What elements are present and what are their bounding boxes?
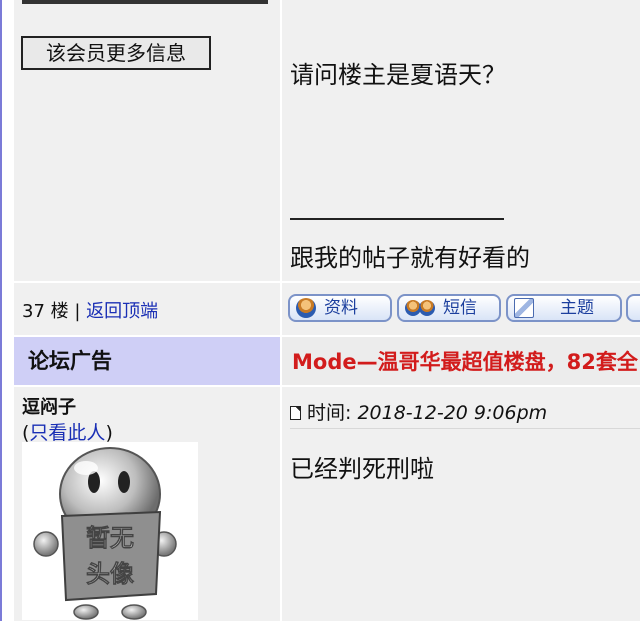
topics-button-label: 主题 <box>560 298 594 318</box>
back-to-top-link[interactable]: 返回顶端 <box>86 301 158 322</box>
message-persons-icon-second <box>419 300 435 316</box>
time-divider <box>290 428 640 429</box>
ad-label: 论坛广告 <box>28 349 112 373</box>
only-this-user-link[interactable]: 只看此人 <box>29 422 105 444</box>
paren-close: ) <box>105 422 113 444</box>
reply-username[interactable]: 逗闷子 <box>22 393 76 419</box>
reply-body-text: 已经判死刑啦 <box>290 455 434 483</box>
member-more-info-button[interactable]: 该会员更多信息 <box>21 36 211 70</box>
signature-divider <box>290 218 504 220</box>
profile-button-label: 资料 <box>324 298 358 318</box>
ad-link[interactable]: Mode—温哥华最超值楼盘，82套全 <box>292 346 638 376</box>
signature-text: 跟我的帖子就有好看的 <box>290 244 530 272</box>
default-avatar: 暂无 头像 <box>22 442 198 620</box>
reply-time: 时间: 2018-12-20 9:06pm <box>290 398 547 425</box>
message-button-label: 短信 <box>443 298 477 318</box>
time-value: 2018-12-20 9:06pm <box>357 402 548 424</box>
only-this-user: (只看此人) <box>22 418 113 445</box>
left-border-rule <box>0 0 2 621</box>
profile-person-icon <box>296 298 316 318</box>
no-avatar-mascot-icon: 暂无 头像 <box>33 447 177 620</box>
floor-number: 37 楼 | <box>22 301 87 322</box>
more-action-button-partial[interactable] <box>626 294 640 322</box>
topics-doc-icon <box>514 298 534 318</box>
message-button[interactable]: 短信 <box>397 294 501 322</box>
profile-button[interactable]: 资料 <box>288 294 392 322</box>
post-body-text: 请问楼主是夏语天？ <box>290 61 506 89</box>
topics-button[interactable]: 主题 <box>506 294 622 322</box>
avatar-text-bottom: 头像 <box>86 560 135 588</box>
author-avatar-bottom-edge <box>22 0 268 4</box>
avatar-text-top: 暂无 <box>86 524 134 552</box>
time-label: 时间: <box>307 402 352 424</box>
document-icon <box>290 406 301 420</box>
floor-info: 37 楼 | 返回顶端 <box>22 297 158 323</box>
